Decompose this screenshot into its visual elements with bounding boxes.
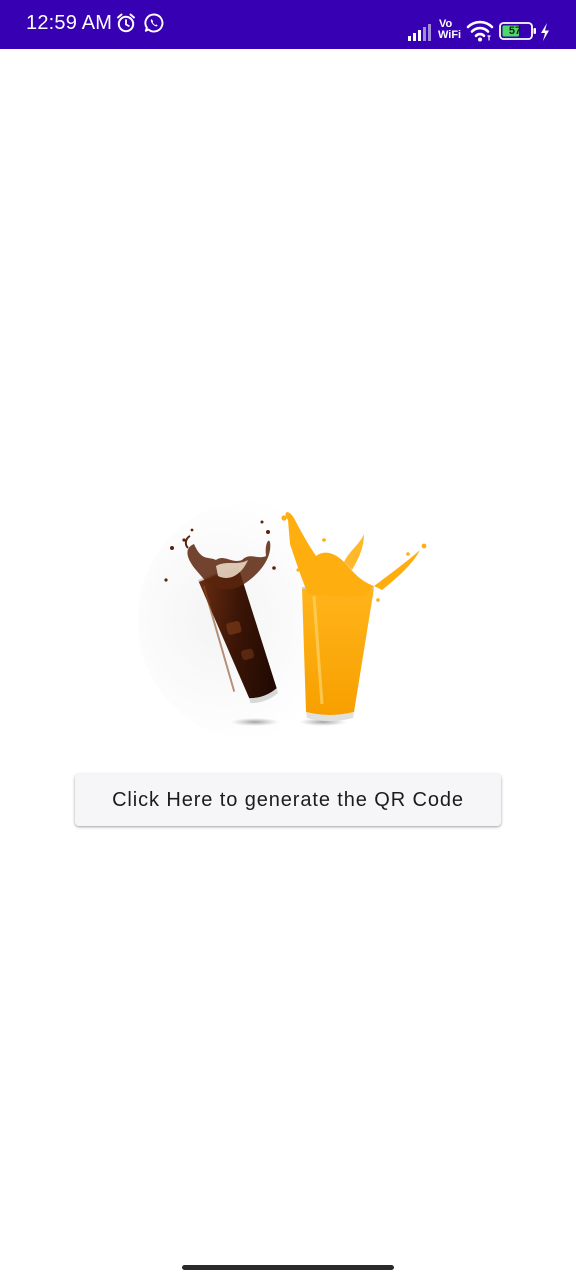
wifi-icon [466,19,494,43]
status-time: 12:59 AM [26,12,113,34]
drinks-illustration [138,500,438,740]
vowifi-label-bottom: WiFi [438,29,462,41]
status-bar: 12:59 AM Vo WiFi 57 [0,0,576,49]
alarm-icon [115,12,137,34]
signal-icon [408,23,434,41]
charging-icon [539,22,551,42]
generate-qr-button[interactable]: Click Here to generate the QR Code [75,774,501,826]
battery-level: 57 [508,25,522,37]
whatsapp-icon [143,12,165,34]
home-indicator[interactable] [182,1265,394,1270]
vowifi-icon: Vo WiFi [438,19,464,45]
app-screen: 12:59 AM Vo WiFi 57 Click Here to genera… [0,0,576,1280]
